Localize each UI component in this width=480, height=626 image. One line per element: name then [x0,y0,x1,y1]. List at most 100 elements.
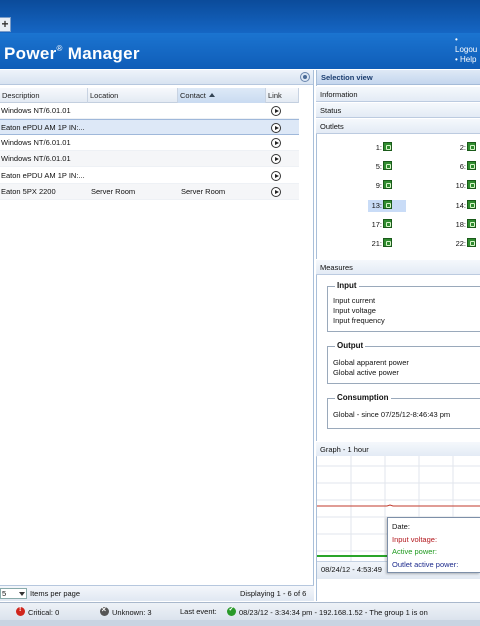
tooltip-date: Date: [392,522,410,531]
accordion-status[interactable]: Status [316,102,480,118]
outlet-item[interactable]: 9: [368,180,392,192]
measure-label: Input current [333,296,376,305]
cell-description: Windows NT/6.01.01 [1,154,71,163]
outlet-on-icon [383,142,392,151]
cell-contact: Server Room [181,187,226,196]
sort-ascending-icon [208,93,215,97]
open-link-icon[interactable] [271,154,281,164]
cell-location: Server Room [91,187,136,196]
outlet-on-icon [467,238,476,247]
selection-view-title: Selection view [317,70,480,85]
outlet-item[interactable]: 14: [452,200,476,212]
input-legend: Input [335,281,359,290]
outlet-item[interactable]: 2: [452,142,476,154]
input-voltage-line [317,504,480,507]
cell-location [90,120,176,136]
outlet-item[interactable]: 18: [452,219,476,231]
cell-description: Eaton ePDU AM 1P IN:... [1,123,85,132]
outlet-item[interactable]: 22: [452,238,476,250]
accordion-measures[interactable]: Measures [316,259,480,275]
window-bottom-edge [0,620,480,626]
tooltip-outlet-active-power: Outlet active power: [392,559,459,569]
new-tab-button[interactable]: + [0,17,11,32]
outlet-item[interactable]: 6: [452,161,476,173]
column-description[interactable]: Description [0,88,88,103]
collapse-icon[interactable] [300,72,310,82]
open-link-icon[interactable] [271,106,281,116]
cell-contact [180,168,264,184]
accordion-outlets[interactable]: Outlets [316,118,480,134]
outlet-item[interactable]: 1: [368,142,392,154]
outlet-on-icon [467,142,476,151]
critical-count[interactable]: Critical: 0 [16,606,59,617]
open-link-icon[interactable] [271,138,281,148]
open-link-icon[interactable] [271,187,281,197]
measure-label: Global apparent power [333,358,409,367]
cell-description: Eaton ePDU AM 1P IN:... [1,171,85,180]
app-title: Power® Manager [4,44,140,63]
column-location[interactable]: Location [88,88,178,103]
items-per-page-label: Items per page [30,589,81,598]
graph-tooltip: Date: Input voltage: Active power: Outle… [387,517,480,573]
cell-location [90,135,176,151]
measure-label: Input frequency [333,316,385,325]
displaying-count: Displaying 1 - 6 of 6 [240,589,307,598]
unknown-icon [100,605,109,616]
input-fieldset: Input Input current Input voltage Input … [327,281,480,332]
logout-link[interactable]: • Logou [455,35,480,55]
measure-label: Input voltage [333,306,376,315]
outlet-item[interactable]: 21: [368,238,392,250]
outlet-on-icon [383,200,392,209]
cell-location [90,151,176,167]
last-event-label: Last event: [180,607,217,616]
accordion-information[interactable]: Information [316,86,480,102]
outlet-item-selected[interactable]: 13: [368,200,406,212]
cell-description: Windows NT/6.01.01 [1,106,71,115]
output-legend: Output [335,341,366,350]
outlet-item[interactable]: 17: [368,219,392,231]
header-links: • Logou • Help [455,35,480,65]
unknown-count[interactable]: Unknown: 3 [100,605,152,617]
outlet-on-icon [383,161,392,170]
browser-tab-strip [0,0,480,33]
help-link[interactable]: • Help [455,55,480,65]
consumption-legend: Consumption [335,393,391,402]
cell-description: Windows NT/6.01.01 [1,138,71,147]
table-row[interactable]: Windows NT/6.01.01 [0,103,299,119]
outlet-on-icon [383,238,392,247]
last-event[interactable]: 08/23/12 - 3:34:34 pm - 192.168.1.52 - T… [227,605,428,617]
accordion-graph[interactable]: Graph - 1 hour [316,441,480,457]
table-row[interactable]: Eaton 5PX 2200 Server Room Server Room [0,184,299,200]
open-link-icon[interactable] [271,171,281,181]
panel-toolbar [0,70,313,85]
column-link[interactable]: Link [266,88,299,103]
outlet-item[interactable]: 5: [368,161,392,173]
outlet-on-icon [383,180,392,189]
critical-icon [16,606,25,616]
grid-header: Description Location Contact Link [0,88,299,103]
output-fieldset: Output Global apparent power Global acti… [327,341,480,384]
table-row[interactable]: Eaton ePDU AM 1P IN:... [0,119,299,135]
open-link-icon[interactable] [271,123,281,133]
page-size-select[interactable]: 5 [0,588,27,599]
pager: 5 Items per page Displaying 1 - 6 of 6 [0,585,314,601]
column-contact[interactable]: Contact [178,88,266,103]
table-row[interactable]: Eaton ePDU AM 1P IN:... [0,168,299,184]
cell-contact [180,135,264,151]
table-row[interactable]: Windows NT/6.01.01 [0,151,299,167]
table-row[interactable]: Windows NT/6.01.01 [0,135,299,151]
cell-location [90,103,176,119]
cell-description: Eaton 5PX 2200 [1,187,56,196]
measure-label: Global - since 07/25/12-8:46:43 pm [333,410,451,419]
tooltip-input-voltage: Input voltage: [392,534,438,544]
status-bar: Critical: 0 Unknown: 3 Last event: 08/23… [0,602,480,620]
outlets-grid: 1: 2: 5: 6: 9: 10: 13: 14: 17: 18: 21: 2… [317,134,480,258]
outlet-on-icon [467,200,476,209]
measure-label: Global active power [333,368,399,377]
outlet-on-icon [383,219,392,228]
tooltip-active-power: Active power: [392,547,438,556]
outlet-item[interactable]: 10: [452,180,476,192]
cell-location [90,168,176,184]
outlet-on-icon [467,180,476,189]
consumption-fieldset: Consumption Global - since 07/25/12-8:46… [327,393,480,429]
